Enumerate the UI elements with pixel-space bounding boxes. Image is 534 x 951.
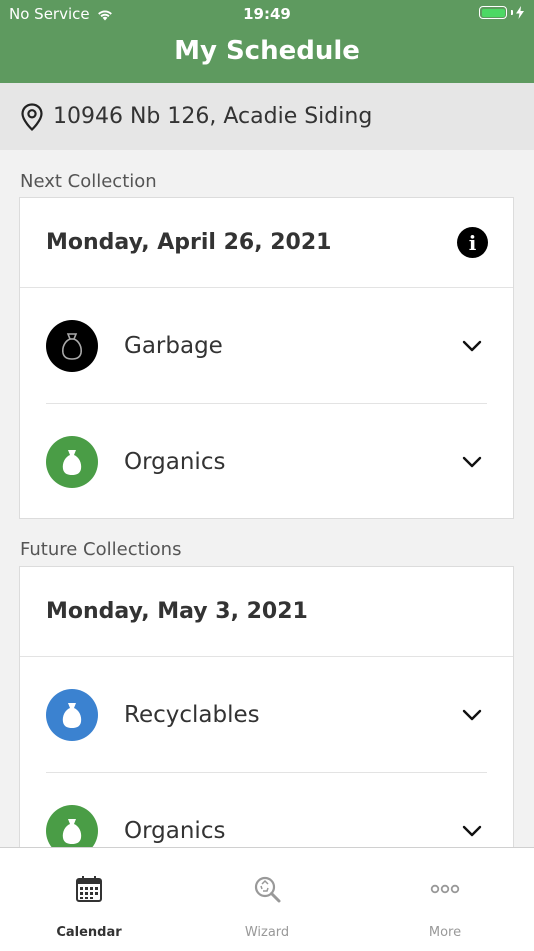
address-text: 10946 Nb 126, Acadie Siding: [53, 104, 373, 129]
collection-date-row: Monday, April 26, 2021 i: [20, 198, 513, 288]
tab-wizard[interactable]: Wizard: [178, 848, 356, 951]
collection-item-label: Organics: [124, 817, 226, 844]
collection-item-label: Garbage: [124, 332, 223, 359]
chevron-down-icon[interactable]: [462, 338, 482, 354]
chevron-down-icon[interactable]: [462, 823, 482, 839]
tab-label: Wizard: [244, 925, 290, 940]
address-bar[interactable]: 10946 Nb 126, Acadie Siding: [0, 83, 534, 150]
tab-calendar[interactable]: Calendar: [0, 848, 178, 951]
future-collections-heading: Future Collections: [20, 539, 182, 560]
chevron-down-icon[interactable]: [462, 707, 482, 723]
collection-item-garbage[interactable]: Garbage: [46, 288, 487, 404]
location-pin-icon: [21, 102, 43, 131]
next-collection-card: Monday, April 26, 2021 i Garbage Organic…: [19, 197, 514, 519]
tab-label: Calendar: [56, 925, 122, 940]
info-icon[interactable]: i: [457, 227, 488, 258]
collection-date-row: Monday, May 3, 2021: [20, 567, 513, 657]
charging-bolt-icon: [516, 6, 524, 19]
status-time: 19:49: [243, 5, 291, 23]
next-collection-heading: Next Collection: [20, 171, 157, 192]
garbage-bag-icon: [46, 319, 98, 372]
future-collections-card: Monday, May 3, 2021 Recyclables Organics: [19, 566, 514, 886]
organics-bag-icon: [46, 435, 98, 488]
calendar-icon: [76, 876, 102, 902]
collection-item-label: Organics: [124, 448, 226, 475]
tab-more[interactable]: More: [356, 848, 534, 951]
tab-bar: Calendar Wizard More: [0, 847, 534, 951]
more-dots-icon: [430, 884, 460, 894]
collection-item-organics[interactable]: Organics: [46, 404, 487, 519]
top-bar: No Service 19:49 My Schedule: [0, 0, 534, 83]
recyclables-bag-icon: [46, 688, 98, 741]
status-bar: No Service 19:49: [0, 0, 534, 28]
battery-indicator: [479, 6, 524, 19]
collection-item-label: Recyclables: [124, 701, 260, 728]
collection-item-recyclables[interactable]: Recyclables: [46, 657, 487, 773]
wizard-search-icon: [254, 876, 281, 903]
collection-date: Monday, May 3, 2021: [46, 599, 308, 624]
collection-date: Monday, April 26, 2021: [46, 230, 332, 255]
tab-label: More: [428, 925, 462, 940]
page-title: My Schedule: [174, 36, 360, 66]
chevron-down-icon[interactable]: [462, 454, 482, 470]
battery-icon: [479, 6, 507, 19]
